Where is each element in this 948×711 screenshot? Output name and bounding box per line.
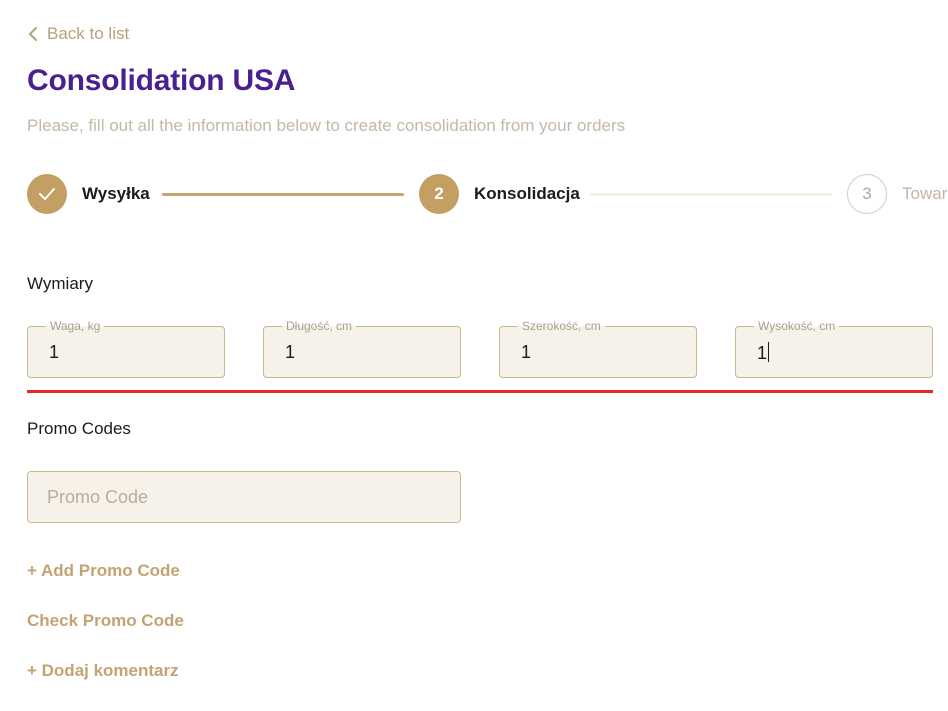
add-promo-code-link[interactable]: + Add Promo Code [27, 561, 180, 581]
step-completed-circle [27, 174, 67, 214]
chevron-left-icon [29, 27, 37, 41]
step-towar[interactable]: 3 Towar [847, 174, 947, 214]
promo-code-input[interactable]: Promo Code [27, 471, 461, 523]
weight-field-value: 1 [49, 342, 60, 362]
width-field-label: Szerokość, cm [518, 319, 605, 333]
height-field-value: 1 [757, 343, 768, 363]
validation-error-line [27, 390, 933, 393]
promo-code-placeholder: Promo Code [47, 486, 149, 507]
add-comment-link[interactable]: + Dodaj komentarz [27, 661, 179, 681]
width-field[interactable]: Szerokość, cm 1 [499, 319, 697, 378]
dimensions-heading: Wymiary [27, 274, 93, 293]
text-cursor [768, 342, 770, 362]
length-field-value: 1 [285, 342, 296, 362]
page-title: Consolidation USA [27, 64, 296, 97]
back-to-list-label: Back to list [47, 24, 130, 43]
step-wysylka[interactable]: Wysyłka [27, 174, 150, 214]
length-field-label: Długość, cm [282, 319, 357, 333]
page-subtitle: Please, fill out all the information bel… [27, 116, 626, 135]
step-number-circle: 2 [419, 174, 459, 214]
height-field[interactable]: Wysokość, cm 1 [735, 319, 933, 378]
height-field-value-wrap: 1 [757, 342, 770, 364]
width-field-value: 1 [521, 342, 532, 362]
check-icon [39, 188, 55, 200]
weight-field-label: Waga, kg [46, 319, 105, 333]
length-field[interactable]: Długość, cm 1 [263, 319, 461, 378]
height-field-label: Wysokość, cm [754, 319, 840, 333]
step-number-circle: 3 [847, 174, 887, 214]
step-connector-pending [590, 192, 832, 196]
weight-field[interactable]: Waga, kg 1 [27, 319, 225, 378]
step-label: Wysyłka [82, 184, 150, 203]
step-label: Konsolidacja [474, 184, 580, 203]
step-konsolidacja[interactable]: 2 Konsolidacja [419, 174, 580, 214]
back-to-list-link[interactable]: Back to list [27, 22, 129, 46]
step-label: Towar [902, 184, 948, 203]
check-promo-code-link[interactable]: Check Promo Code [27, 611, 184, 631]
step-connector-completed [162, 192, 404, 196]
progress-stepper: Wysyłka 2 Konsolidacja 3 Towar [27, 174, 948, 214]
promo-codes-heading: Promo Codes [27, 419, 131, 438]
